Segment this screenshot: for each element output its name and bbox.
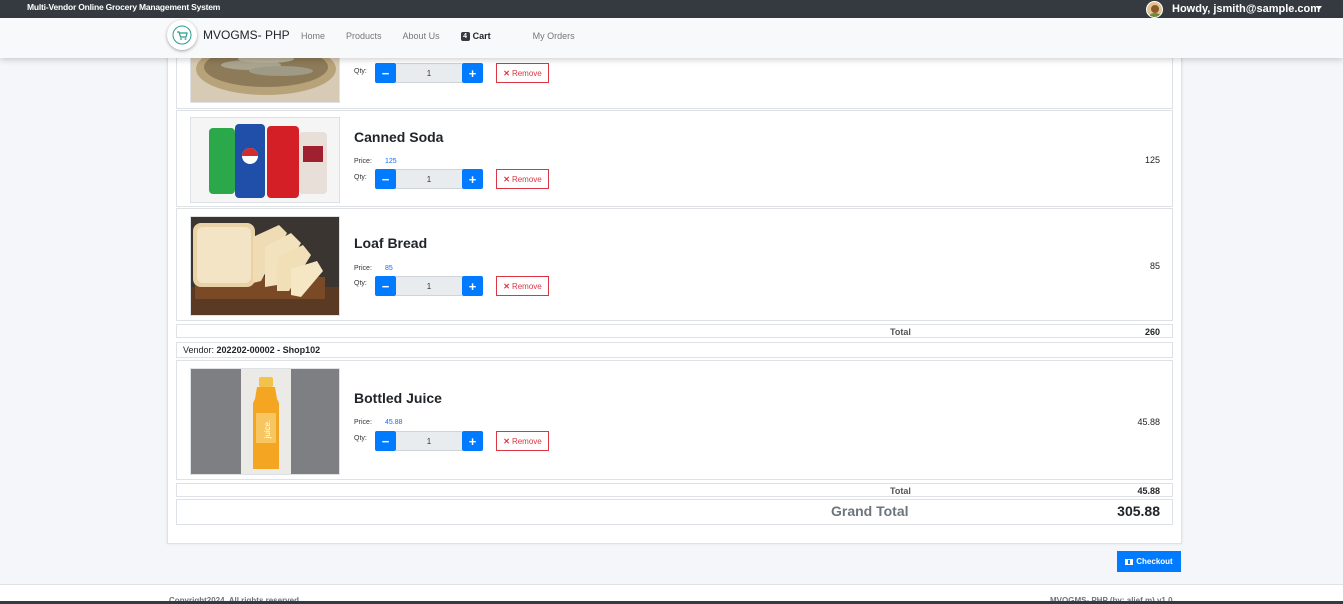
nav-home[interactable]: Home bbox=[301, 31, 325, 41]
top-bar: Multi-Vendor Online Grocery Management S… bbox=[0, 0, 1343, 18]
close-icon: ✕ bbox=[503, 436, 510, 446]
close-icon: ✕ bbox=[503, 68, 510, 78]
quantity-input[interactable]: 1 bbox=[396, 63, 462, 83]
product-name: Canned Soda bbox=[354, 129, 444, 145]
product-image-loaf-bread bbox=[190, 216, 340, 316]
chevron-down-icon[interactable] bbox=[1316, 6, 1322, 10]
product-price: 85 bbox=[385, 265, 393, 272]
vendor-total-row: Total 260 bbox=[176, 324, 1173, 338]
cart-count-badge: 4 bbox=[460, 31, 470, 41]
user-menu[interactable]: Howdy, jsmith@sample.com bbox=[1146, 0, 1322, 18]
remove-button[interactable]: ✕ Remove bbox=[496, 63, 549, 83]
plus-button[interactable]: + bbox=[462, 276, 483, 296]
nav-links: Home Products About Us 4 Cart My Orders bbox=[301, 31, 596, 41]
vendor-total-row: Total 45.88 bbox=[176, 483, 1173, 497]
qty-label: Qty: bbox=[354, 280, 367, 287]
close-icon: ✕ bbox=[503, 281, 510, 291]
grand-total-amount: 305.88 bbox=[1117, 503, 1160, 519]
nav-my-orders[interactable]: My Orders bbox=[533, 31, 575, 41]
avatar[interactable] bbox=[1146, 0, 1163, 18]
total-amount: 260 bbox=[1144, 327, 1160, 337]
remove-button[interactable]: ✕ Remove bbox=[496, 431, 549, 451]
qty-label: Qty: bbox=[354, 68, 367, 75]
price-label: Price: bbox=[354, 158, 372, 165]
system-title: Multi-Vendor Online Grocery Management S… bbox=[27, 2, 221, 12]
remove-button[interactable]: ✕ Remove bbox=[496, 169, 549, 189]
quantity-stepper: − 1 + bbox=[375, 276, 483, 296]
quantity-input[interactable]: 1 bbox=[396, 431, 462, 451]
total-label: Total bbox=[890, 327, 911, 337]
cart-logo-icon bbox=[172, 25, 192, 45]
brand-name[interactable]: MVOGMS- PHP bbox=[203, 28, 290, 42]
qty-label: Qty: bbox=[354, 435, 367, 442]
quantity-input[interactable]: 1 bbox=[396, 276, 462, 296]
quantity-stepper: − 1 + bbox=[375, 431, 483, 451]
product-image-canned-soda bbox=[190, 117, 340, 203]
logo[interactable] bbox=[167, 20, 197, 50]
nav-products[interactable]: Products bbox=[346, 31, 382, 41]
grand-total-label: Grand Total bbox=[831, 503, 909, 519]
minus-button[interactable]: − bbox=[375, 63, 396, 83]
line-total: 45.88 bbox=[1137, 417, 1160, 427]
quantity-stepper: − 1 + bbox=[375, 169, 483, 189]
vendor-row: Vendor: 202202-00002 - Shop102 bbox=[176, 342, 1173, 358]
quantity-input[interactable]: 1 bbox=[396, 169, 462, 189]
cart-item: Loaf Bread Price: 85 Qty: − 1 + ✕ Remove… bbox=[176, 208, 1173, 321]
total-amount: 45.88 bbox=[1137, 486, 1160, 496]
navbar: MVOGMS- PHP Home Products About Us 4 Car… bbox=[0, 18, 1343, 58]
grand-total-row: Grand Total 305.88 bbox=[176, 499, 1173, 525]
line-total: 85 bbox=[1149, 261, 1160, 271]
plus-button[interactable]: + bbox=[462, 169, 483, 189]
price-label: Price: bbox=[354, 419, 372, 426]
close-icon: ✕ bbox=[503, 174, 510, 184]
vendor-label: Vendor: bbox=[183, 345, 215, 355]
money-icon bbox=[1125, 558, 1134, 565]
minus-button[interactable]: − bbox=[375, 431, 396, 451]
cart-item: juice. Bottled Juice Price: 45.88 Qty: −… bbox=[176, 360, 1173, 480]
quantity-stepper: − 1 + bbox=[375, 63, 483, 83]
total-label: Total bbox=[890, 486, 911, 496]
nav-cart-label: Cart bbox=[472, 31, 491, 41]
vendor-name: 202202-00002 - Shop102 bbox=[216, 345, 321, 355]
product-price: 125 bbox=[385, 158, 397, 165]
product-name: Bottled Juice bbox=[354, 390, 442, 406]
checkout-button[interactable]: Checkout bbox=[1117, 551, 1181, 572]
price-label: Price: bbox=[354, 265, 372, 272]
plus-button[interactable]: + bbox=[462, 63, 483, 83]
line-total: 125 bbox=[1144, 155, 1160, 165]
nav-cart[interactable]: 4 Cart bbox=[460, 31, 512, 41]
remove-button[interactable]: ✕ Remove bbox=[496, 276, 549, 296]
product-image-bottled-juice: juice. bbox=[190, 368, 340, 475]
minus-button[interactable]: − bbox=[375, 276, 396, 296]
nav-about-us[interactable]: About Us bbox=[403, 31, 440, 41]
svg-text:juice.: juice. bbox=[263, 420, 272, 440]
minus-button[interactable]: − bbox=[375, 169, 396, 189]
qty-label: Qty: bbox=[354, 174, 367, 181]
plus-button[interactable]: + bbox=[462, 431, 483, 451]
product-price: 45.88 bbox=[385, 419, 403, 426]
product-name: Loaf Bread bbox=[354, 235, 428, 251]
cart-item: Canned Soda Price: 125 Qty: − 1 + ✕ Remo… bbox=[176, 110, 1173, 207]
user-greeting[interactable]: Howdy, jsmith@sample.com bbox=[1172, 3, 1320, 15]
